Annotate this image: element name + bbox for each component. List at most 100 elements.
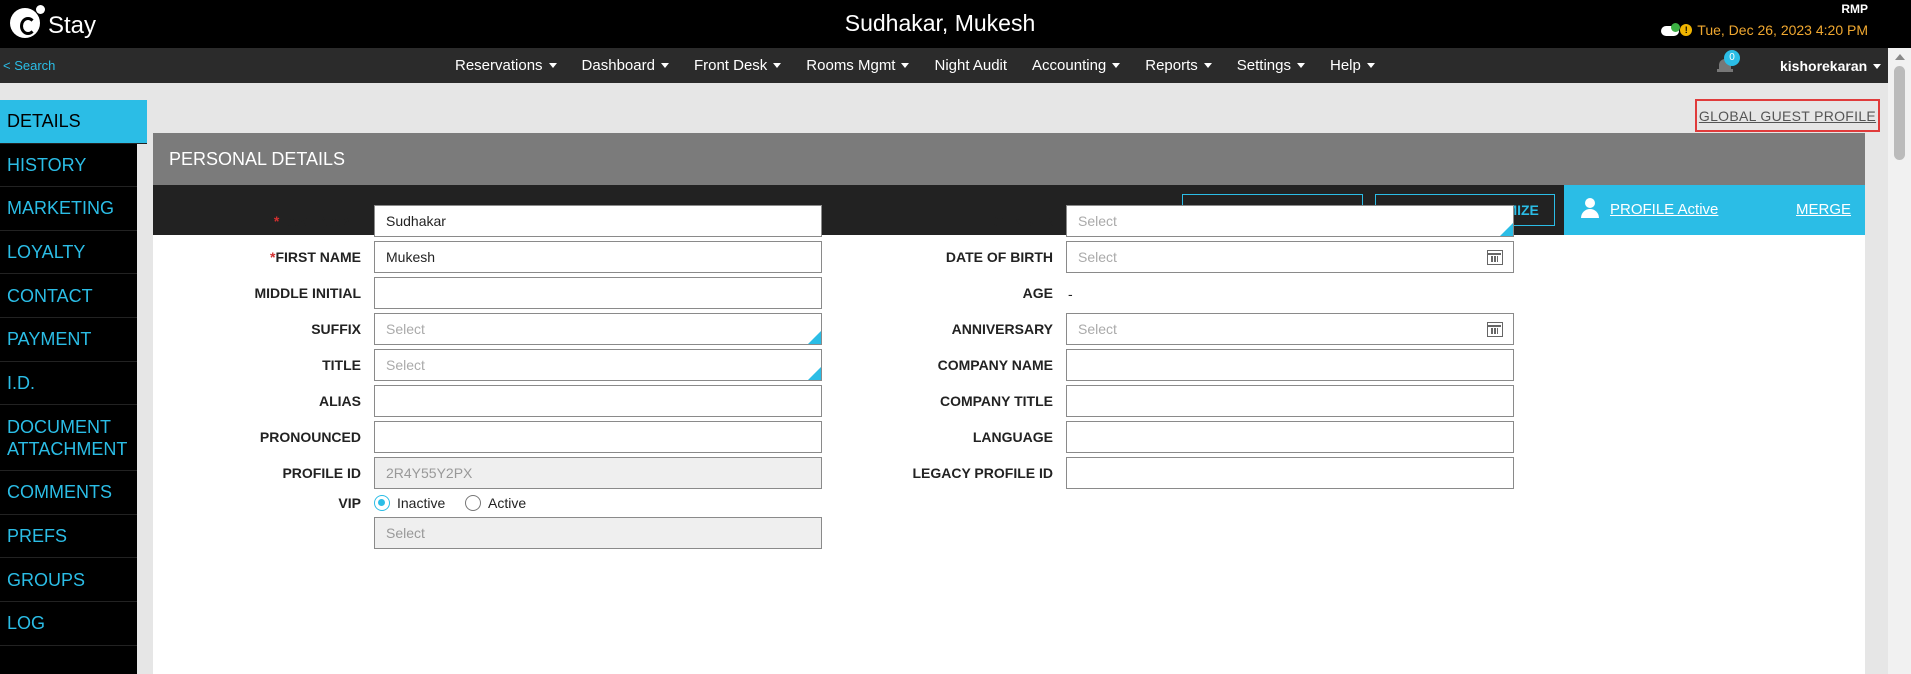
vip-label: VIP [338,495,361,511]
sidebar-item-loyalty[interactable]: LOYALTY [0,231,137,275]
nav-item-label: Night Audit [934,57,1008,74]
notification-count-badge[interactable]: 0 [1724,50,1740,66]
profile-sidebar: DETAILS HISTORY MARKETING LOYALTY CONTACT PAY… [0,100,147,674]
calendar-icon[interactable] [1487,250,1503,265]
nav-item-settings[interactable]: Settings [1237,57,1305,74]
age-label: AGE [1023,285,1053,301]
alias-input[interactable] [374,385,822,417]
page-scrollbar[interactable] [1888,48,1911,674]
field-label-text: DATE OF BIRTH [945,249,1053,265]
field-placeholder: Select [386,321,425,337]
dropdown-corner-icon [808,331,821,344]
property-code: RMP [1841,2,1868,16]
age-value: - [1068,286,1073,302]
field-value: 2R4Y55Y2PX [386,465,473,481]
vip-option-label[interactable]: Active [488,495,526,511]
nav-item-help[interactable]: Help [1330,57,1375,74]
suffix-select[interactable]: Select [374,313,822,345]
first-name-label: *FIRST NAME [270,249,361,265]
field-placeholder: Select [1078,249,1117,265]
nav-item-dashboard[interactable]: Dashboard [582,57,669,74]
nav-item-rooms-mgmt[interactable]: Rooms Mgmt [806,57,910,74]
first-name-input[interactable]: Mukesh [374,241,822,273]
field-placeholder: Select [1078,213,1117,229]
sidebar-item-payment[interactable]: PAYMENT [0,318,137,362]
scroll-up-arrow-icon[interactable] [1895,54,1905,60]
chevron-down-icon [1873,63,1882,69]
company-name-input[interactable] [1066,349,1514,381]
sidebar-item-contact[interactable]: CONTACT [0,274,137,318]
sidebar-item-comments[interactable]: COMMENTS [0,471,137,515]
nav-item-label: Front Desk [693,57,768,74]
merge-link[interactable]: MERGE [1796,201,1851,218]
person-icon [1579,198,1601,220]
title-label: TITLE [322,357,361,373]
pronounced-label: PRONOUNCED [260,429,361,445]
chevron-down-icon [1112,63,1121,68]
user-name: kishorekaran [1780,58,1868,74]
calendar-icon[interactable] [1487,322,1503,337]
field-value: Sudhakar [386,213,446,229]
legacy-profile-id-input[interactable] [1066,457,1514,489]
field-placeholder: Select [1078,321,1117,337]
chevron-down-icon [660,63,669,68]
back-to-search-link[interactable]: < Search [3,58,55,73]
nav-item-reservations[interactable]: Reservations [455,57,557,74]
weather-icon: ! [1661,23,1693,37]
nav-item-label: Settings [1236,57,1291,74]
field-label-text: PROFILE ID [282,465,361,481]
nav-item-accounting[interactable]: Accounting [1032,57,1121,74]
sidebar-item-i-d[interactable]: I.D. [0,362,137,406]
nav-item-label: Reservations [455,57,543,74]
vip-option-label[interactable]: Inactive [397,495,445,511]
nav-item-reports[interactable]: Reports [1145,57,1212,74]
date-time: ! Tue, Dec 26, 2023 4:20 PM [1661,22,1868,38]
profile-status-link[interactable]: PROFILE Active [1610,201,1718,218]
sidebar-item-groups[interactable]: GROUPS [0,558,137,602]
top-bar: Stay Sudhakar, Mukesh RMP ! Tue, Dec 26,… [0,0,1911,48]
anniversary-date-picker[interactable]: Select [1066,313,1514,345]
suffix-label: SUFFIX [311,321,361,337]
user-menu[interactable]: kishorekaran [1780,58,1882,74]
profile-id-label: PROFILE ID [282,465,361,481]
sidebar-item-document-attachment[interactable]: DOCUMENT ATTACHMENT [0,405,137,472]
field-placeholder: Select [386,525,425,541]
sidebar-item-history[interactable]: HISTORY [0,144,137,188]
pronounced-input[interactable] [374,421,822,453]
middle-initial-label: MIDDLE INITIAL [254,285,361,301]
nav-item-front-desk[interactable]: Front Desk [693,57,782,74]
middle-initial-input[interactable] [374,277,822,309]
last-name-label: *LAST NAME [274,213,361,229]
warning-badge[interactable]: ! [1680,24,1693,36]
sidebar-item-log[interactable]: LOG [0,602,137,646]
date-of-birth-date-picker[interactable]: Select [1066,241,1514,273]
field-label-text: FIRST NAME [275,249,361,265]
guest-name-title: Sudhakar, Mukesh [844,10,1036,36]
gender-select[interactable]: Select [1066,205,1514,237]
alias-label: ALIAS [319,393,361,409]
sidebar-item-marketing[interactable]: MARKETING [0,187,137,231]
nav-item-night-audit[interactable]: Night Audit [934,57,1007,74]
vip-level-select: Select [374,517,822,549]
scrollbar-thumb[interactable] [1894,66,1905,160]
sidebar-item-details[interactable]: DETAILS [0,100,147,144]
vip-radio-inactive[interactable] [374,495,390,511]
last-name-input[interactable]: Sudhakar [374,205,822,237]
legacy-profile-id-label: LEGACY PROFILE ID [912,465,1053,481]
company-title-input[interactable] [1066,385,1514,417]
field-label-text: AGE [1022,285,1053,301]
nav-menu: Reservations Dashboard Front Desk Rooms Mgm… [455,48,1400,83]
title-select[interactable]: Select [374,349,822,381]
global-guest-profile-link[interactable]: GLOBAL GUEST PROFILE [1695,99,1880,132]
vip-radio-active[interactable] [465,495,481,511]
date-of-birth-label: DATE OF BIRTH [946,249,1053,265]
sidebar-item-prefs[interactable]: PREFS [0,515,137,559]
field-label-text: ALIAS [319,393,361,409]
panel-title: PERSONAL DETAILS [153,133,1865,185]
language-input[interactable] [1066,421,1514,453]
chevron-down-icon [1366,63,1375,68]
nav-item-label: Reports [1145,57,1198,74]
field-label-text: MIDDLE INITIAL [254,285,361,301]
field-label-text: LEGACY PROFILE ID [912,465,1053,481]
profile-status-box: PROFILE Active MERGE [1564,185,1865,235]
